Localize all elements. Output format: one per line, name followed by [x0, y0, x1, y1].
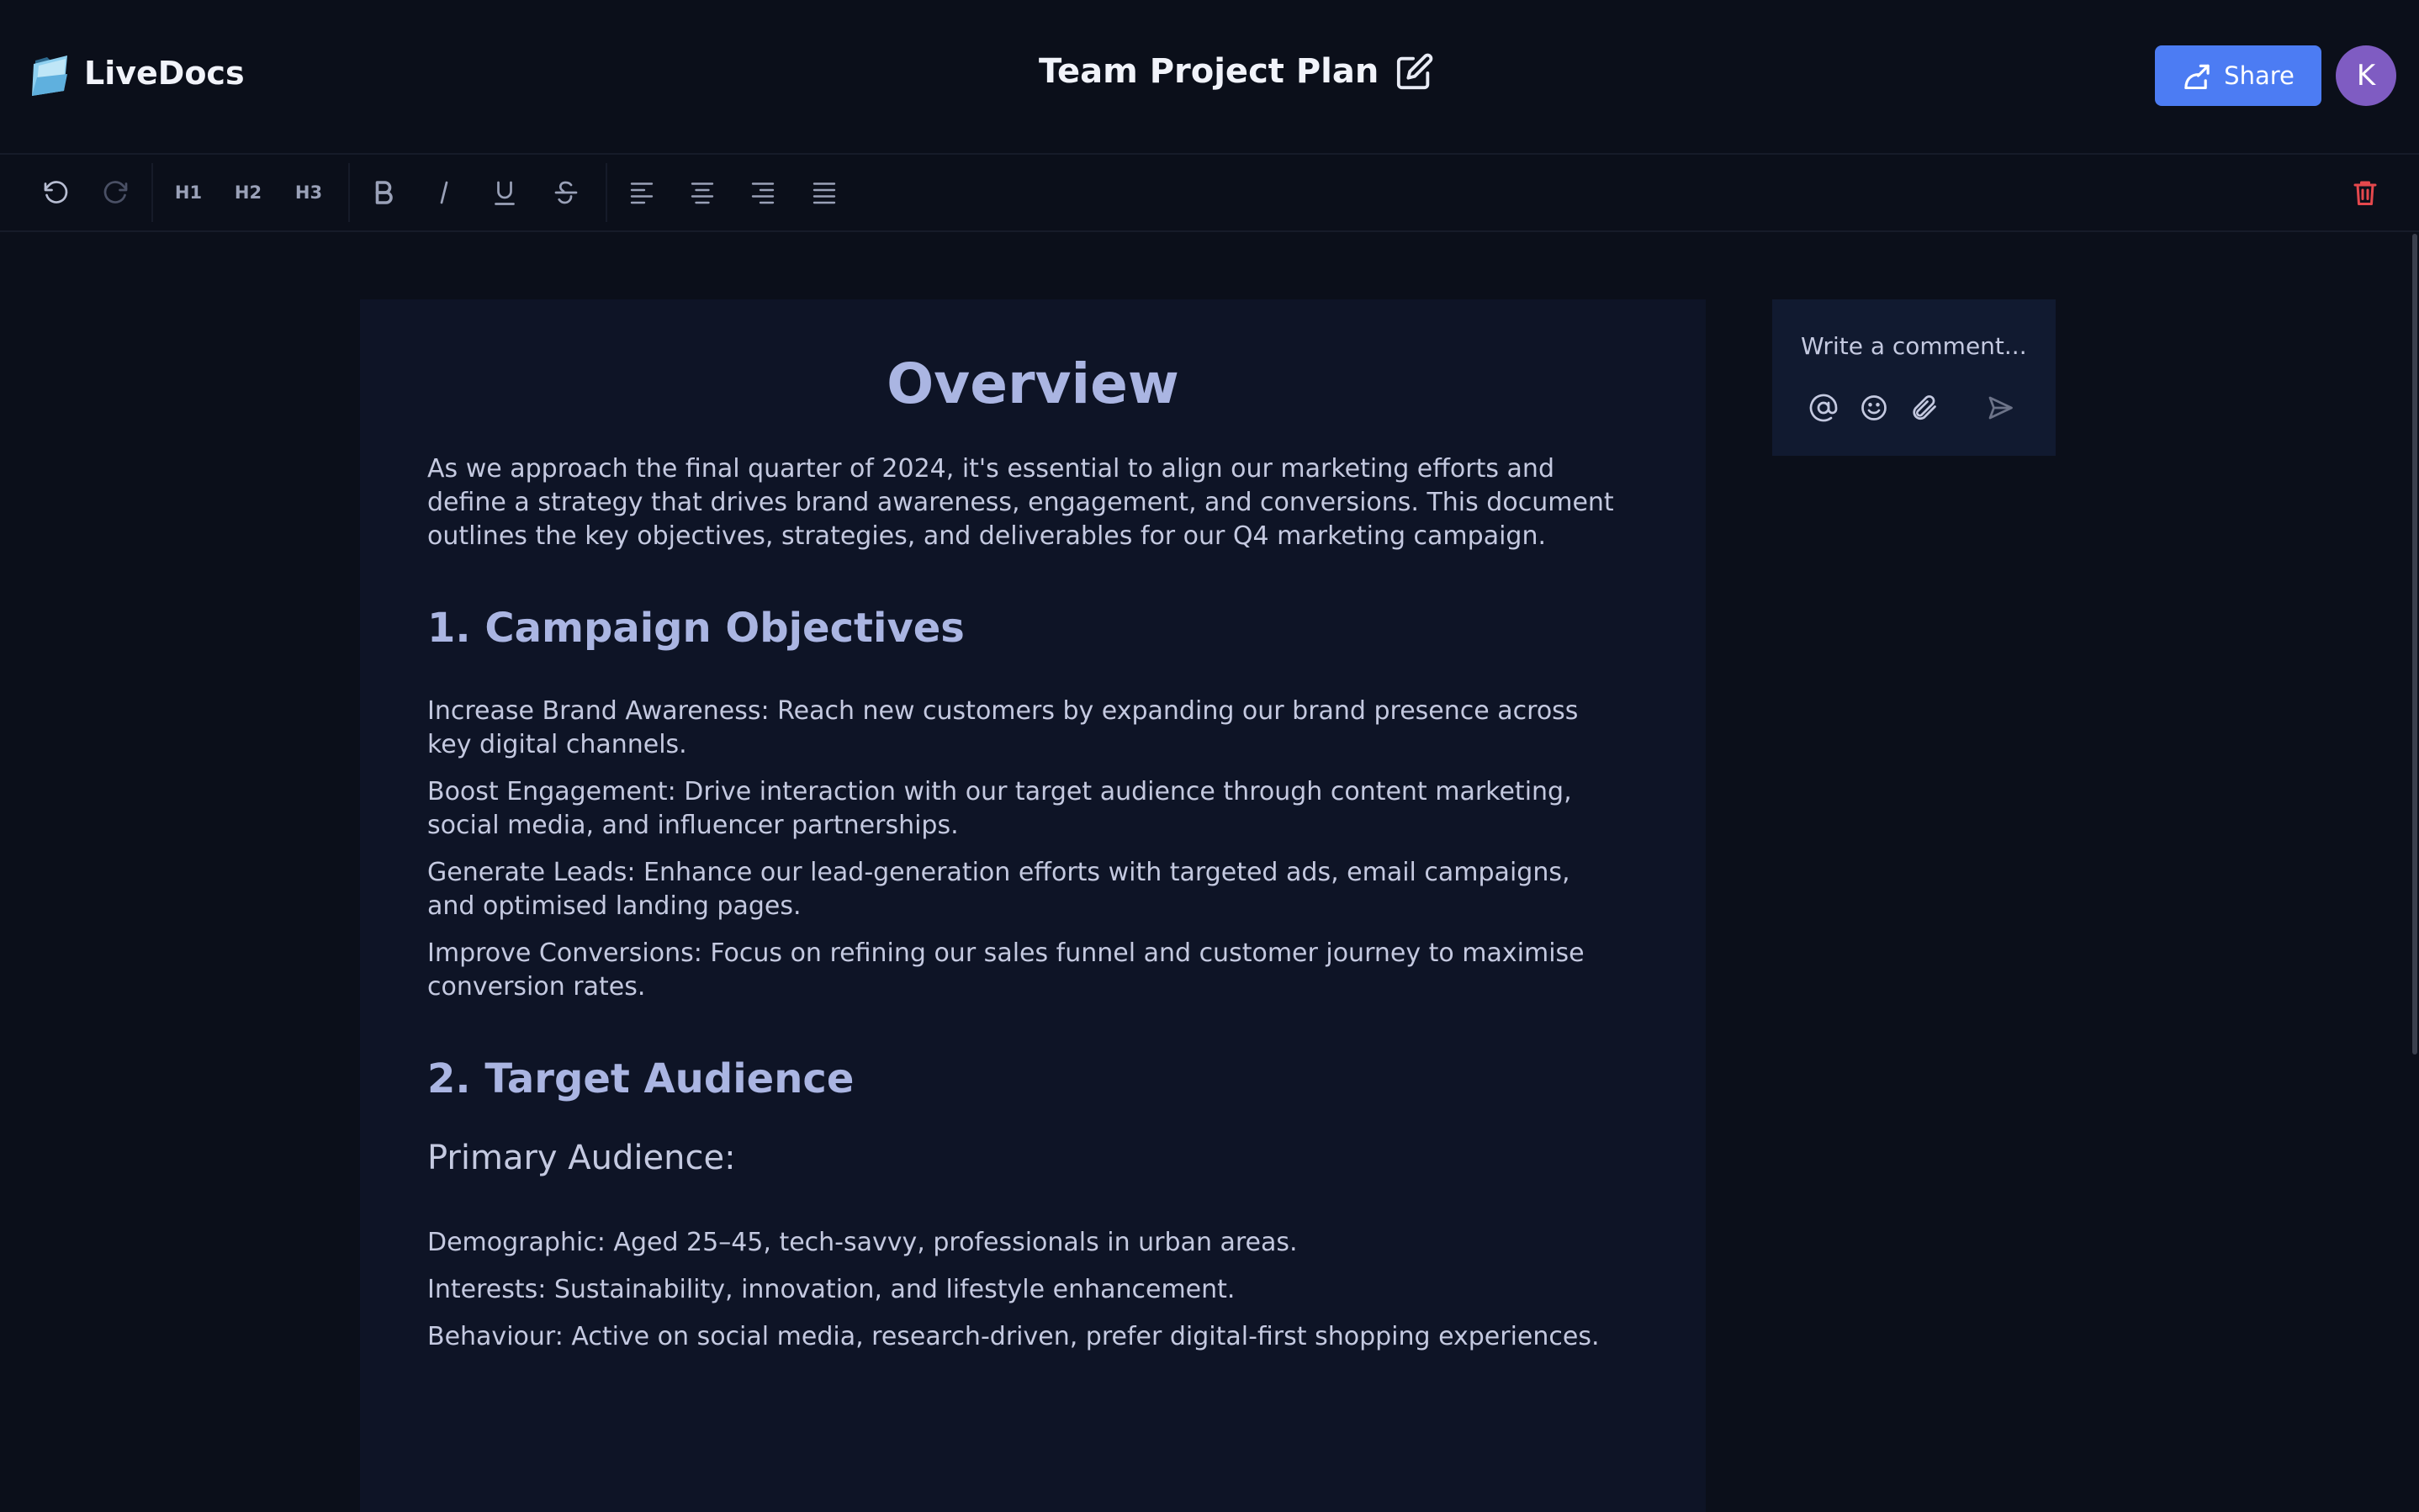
attach-button[interactable] [1904, 389, 1943, 427]
heading-1-label: H1 [174, 182, 203, 203]
list-item: Generate Leads: Enhance our lead-generat… [427, 858, 1570, 921]
subsection-heading: Primary Audience: [427, 1139, 736, 1177]
folder-logo-icon [32, 56, 67, 96]
undo-icon [44, 181, 68, 204]
bold-button[interactable] [360, 169, 407, 216]
comment-input[interactable] [1801, 325, 2045, 367]
at-sign-icon [1809, 394, 1838, 422]
align-left-icon [630, 182, 654, 204]
heading-3-label: H3 [294, 182, 323, 203]
top-header: LiveDocs Team Project Plan Share K [0, 0, 2419, 155]
share-icon [2184, 64, 2210, 89]
italic-icon [440, 181, 448, 204]
align-center-icon [691, 182, 714, 204]
heading-3-button[interactable]: H3 [285, 169, 332, 216]
formatting-toolbar: H1 H2 H3 [0, 155, 2419, 232]
strikethrough-button[interactable] [543, 169, 590, 216]
comment-composer [1772, 299, 2056, 456]
bold-icon [375, 181, 393, 204]
align-justify-button[interactable] [801, 169, 848, 216]
intro-paragraph: As we approach the final quarter of 2024… [427, 454, 1614, 551]
scrollbar-thumb[interactable] [2412, 234, 2417, 1055]
redo-icon [103, 181, 128, 204]
app-name: LiveDocs [84, 55, 245, 92]
list-item: Demographic: Aged 25–45, tech-savvy, pro… [427, 1228, 1298, 1257]
italic-button[interactable] [421, 169, 468, 216]
list-item: Behaviour: Active on social media, resea… [427, 1322, 1600, 1351]
document-heading: Overview [887, 352, 1179, 416]
section-heading-objectives: 1. Campaign Objectives [427, 605, 965, 652]
align-right-button[interactable] [739, 169, 786, 216]
app-logo[interactable]: LiveDocs [30, 49, 245, 98]
paperclip-icon [1913, 395, 1936, 420]
document-title-area: Team Project Plan [1039, 52, 1434, 91]
document-editor[interactable]: Overview As we approach the final quarte… [360, 299, 1706, 1512]
delete-document-button[interactable] [2342, 169, 2389, 216]
send-icon [1988, 396, 2013, 420]
undo-button[interactable] [32, 169, 79, 216]
section-heading-audience: 2. Target Audience [427, 1055, 855, 1102]
mention-button[interactable] [1804, 389, 1843, 427]
heading-2-button[interactable]: H2 [225, 169, 272, 216]
list-item: Improve Conversions: Focus on refining o… [427, 938, 1585, 1002]
trash-icon [2353, 181, 2377, 205]
underline-button[interactable] [481, 169, 528, 216]
document-title[interactable]: Team Project Plan [1039, 52, 1379, 91]
align-justify-icon [813, 182, 836, 204]
send-comment-button[interactable] [1981, 389, 2019, 427]
toolbar-divider [151, 163, 153, 222]
emoji-button[interactable] [1855, 389, 1893, 427]
edit-title-icon[interactable] [1395, 52, 1434, 91]
strikethrough-icon [554, 181, 578, 204]
heading-1-button[interactable]: H1 [165, 169, 212, 216]
user-avatar[interactable]: K [2336, 45, 2396, 106]
align-center-button[interactable] [679, 169, 726, 216]
redo-button[interactable] [93, 169, 140, 216]
share-button[interactable]: Share [2155, 45, 2321, 106]
heading-2-label: H2 [234, 182, 262, 203]
toolbar-divider [606, 163, 607, 222]
smiley-icon [1861, 395, 1887, 420]
list-item: Boost Engagement: Drive interaction with… [427, 777, 1572, 840]
underline-icon [495, 181, 515, 205]
list-item: Increase Brand Awareness: Reach new cust… [427, 696, 1579, 759]
list-item: Interests: Sustainability, innovation, a… [427, 1275, 1236, 1304]
toolbar-divider [348, 163, 350, 222]
align-left-button[interactable] [618, 169, 665, 216]
align-right-icon [751, 182, 775, 204]
share-label: Share [2224, 61, 2295, 90]
